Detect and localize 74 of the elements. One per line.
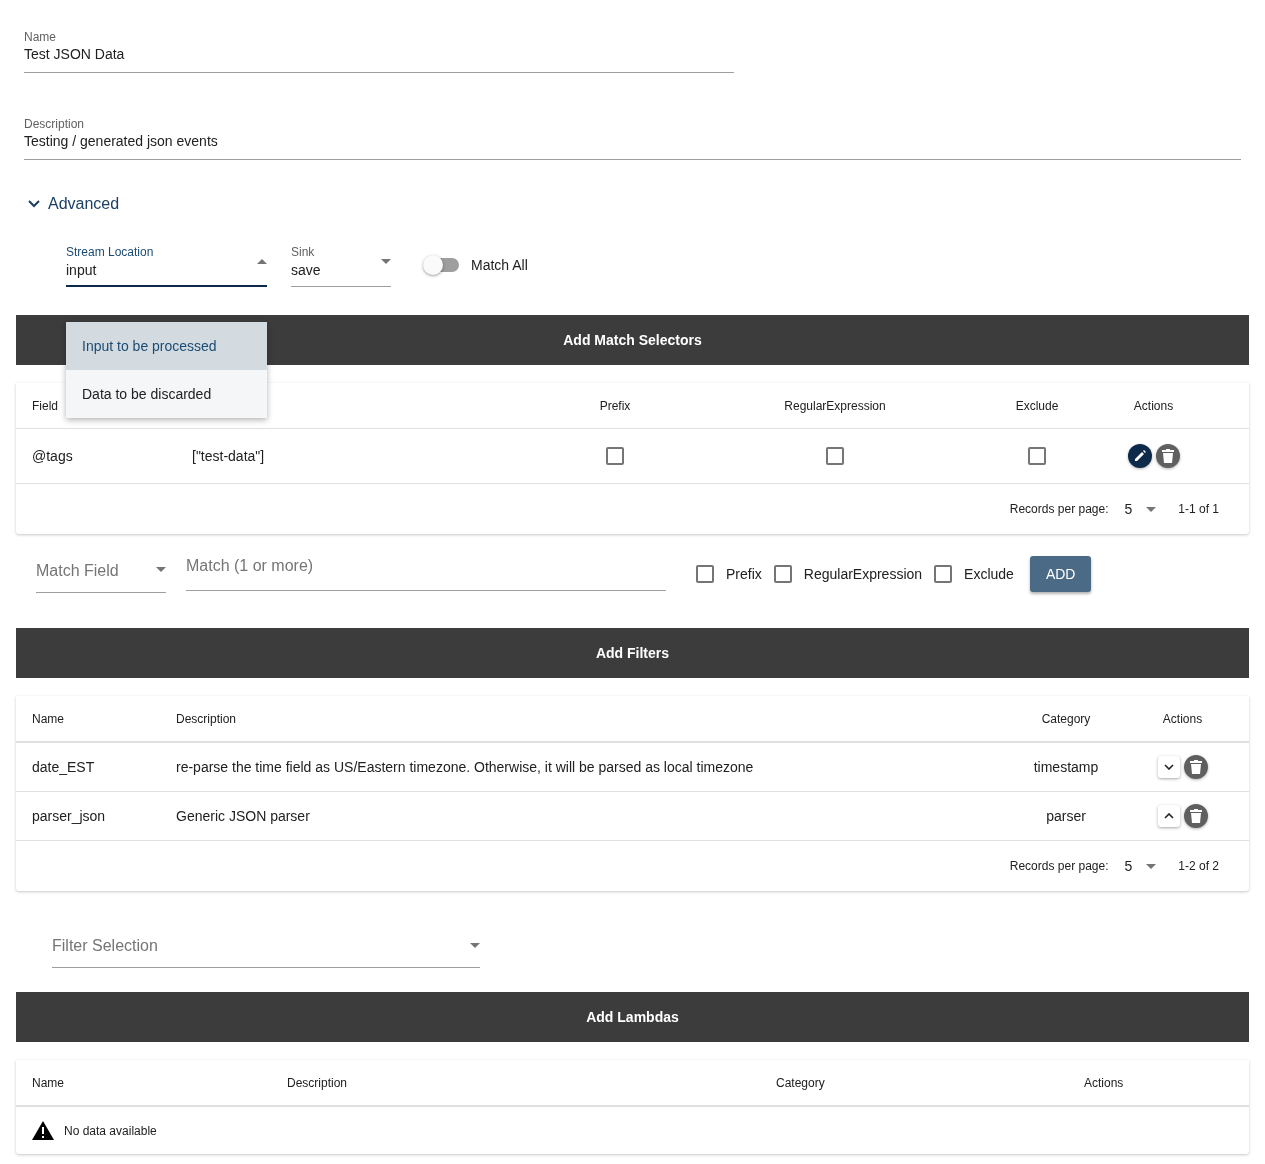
column-header: Exclude bbox=[1014, 398, 1060, 413]
column-header: Actions bbox=[1084, 1075, 1125, 1090]
expand-button[interactable] bbox=[1157, 756, 1180, 778]
add-button[interactable]: ADD bbox=[1029, 556, 1092, 592]
column-header: Description bbox=[287, 1075, 349, 1090]
page-range: 1-1 of 1 bbox=[1178, 502, 1219, 516]
toggle-label: Match All bbox=[471, 257, 528, 273]
pencil-icon bbox=[1132, 449, 1147, 463]
warning-icon bbox=[32, 1121, 54, 1140]
checkbox[interactable] bbox=[773, 565, 792, 583]
records-per-page-select[interactable]: 5 bbox=[1124, 501, 1157, 517]
column-header: Name bbox=[32, 1075, 65, 1090]
field-label: Description bbox=[24, 117, 86, 131]
checkbox[interactable] bbox=[1028, 447, 1046, 466]
caret-icon bbox=[381, 259, 391, 264]
advanced-toggle[interactable]: Advanced bbox=[28, 195, 120, 213]
column-header: Category bbox=[1040, 711, 1092, 726]
match-field[interactable]: Match (1 or more) bbox=[186, 557, 666, 574]
table-cell-text: parser_json bbox=[32, 808, 107, 824]
column-header: Name bbox=[32, 711, 65, 726]
records-per-page-label: Records per page: bbox=[1009, 859, 1109, 873]
table-cell-text: parser bbox=[1045, 808, 1087, 824]
caret-icon bbox=[470, 942, 480, 948]
empty-message: No data available bbox=[64, 1123, 157, 1138]
table-cell-text: re-parse the time field as US/Eastern timezone. Otherwise, it will be parsed as local timezone bbox=[176, 759, 755, 775]
match-field-select[interactable]: Match Field bbox=[36, 555, 166, 593]
page-range: 1-2 of 2 bbox=[1178, 859, 1219, 873]
checkbox[interactable] bbox=[696, 565, 714, 583]
sink-select[interactable]: Sink save bbox=[291, 245, 391, 287]
caret-icon bbox=[1146, 863, 1157, 869]
checkbox-label: RegularExpression bbox=[803, 566, 923, 582]
edit-button[interactable] bbox=[1127, 444, 1152, 468]
collapse-button[interactable] bbox=[1157, 805, 1180, 827]
table-cell-text: @tags bbox=[32, 448, 74, 464]
chevron-down-icon bbox=[1163, 764, 1174, 770]
delete-button[interactable] bbox=[1183, 804, 1208, 828]
description-field[interactable]: Testing / generated json events bbox=[24, 133, 1241, 149]
records-per-page-label: Records per page: bbox=[1009, 502, 1109, 516]
stream-location-select[interactable]: Stream Location input bbox=[66, 245, 267, 287]
table-cell-text: timestamp bbox=[1032, 759, 1100, 775]
field-label: Name bbox=[24, 30, 57, 44]
checkbox[interactable] bbox=[606, 447, 624, 466]
records-per-page-select[interactable]: 5 bbox=[1124, 858, 1157, 874]
caret-icon bbox=[257, 259, 267, 264]
table-cell-text: ["test-data"] bbox=[192, 448, 266, 464]
column-header: Description bbox=[176, 711, 238, 726]
checkbox-label: Exclude bbox=[964, 566, 1014, 582]
column-header: Category bbox=[776, 1075, 826, 1090]
caret-icon bbox=[1146, 506, 1157, 512]
trash-icon bbox=[1189, 809, 1202, 823]
checkbox[interactable] bbox=[934, 565, 953, 583]
section-header: Add Lambdas bbox=[16, 992, 1249, 1042]
chevron-icon bbox=[28, 200, 40, 208]
menu-item[interactable]: Data to be discarded bbox=[66, 370, 267, 418]
checkbox[interactable] bbox=[826, 447, 844, 466]
column-header: Field bbox=[32, 398, 59, 413]
trash-icon bbox=[1189, 760, 1202, 774]
table-cell-text: Generic JSON parser bbox=[176, 808, 311, 824]
column-header: Actions bbox=[1161, 711, 1204, 726]
trash-icon bbox=[1161, 449, 1174, 463]
menu-item[interactable]: Input to be processed bbox=[66, 322, 267, 370]
delete-button[interactable] bbox=[1155, 444, 1180, 468]
column-header: Prefix bbox=[598, 398, 632, 413]
column-header: Actions bbox=[1132, 398, 1175, 413]
table-cell-text: date_EST bbox=[32, 759, 96, 775]
toggle-switch[interactable] bbox=[425, 258, 459, 272]
chevron-up-icon bbox=[1163, 813, 1174, 819]
delete-button[interactable] bbox=[1183, 755, 1208, 779]
checkbox-label: Prefix bbox=[726, 566, 762, 582]
section-header: Add Filters bbox=[16, 628, 1249, 678]
name-field[interactable]: Test JSON Data bbox=[24, 46, 734, 62]
filter-selection-select[interactable]: Filter Selection bbox=[52, 931, 480, 968]
caret-icon bbox=[156, 567, 166, 572]
column-header: RegularExpression bbox=[783, 398, 887, 413]
